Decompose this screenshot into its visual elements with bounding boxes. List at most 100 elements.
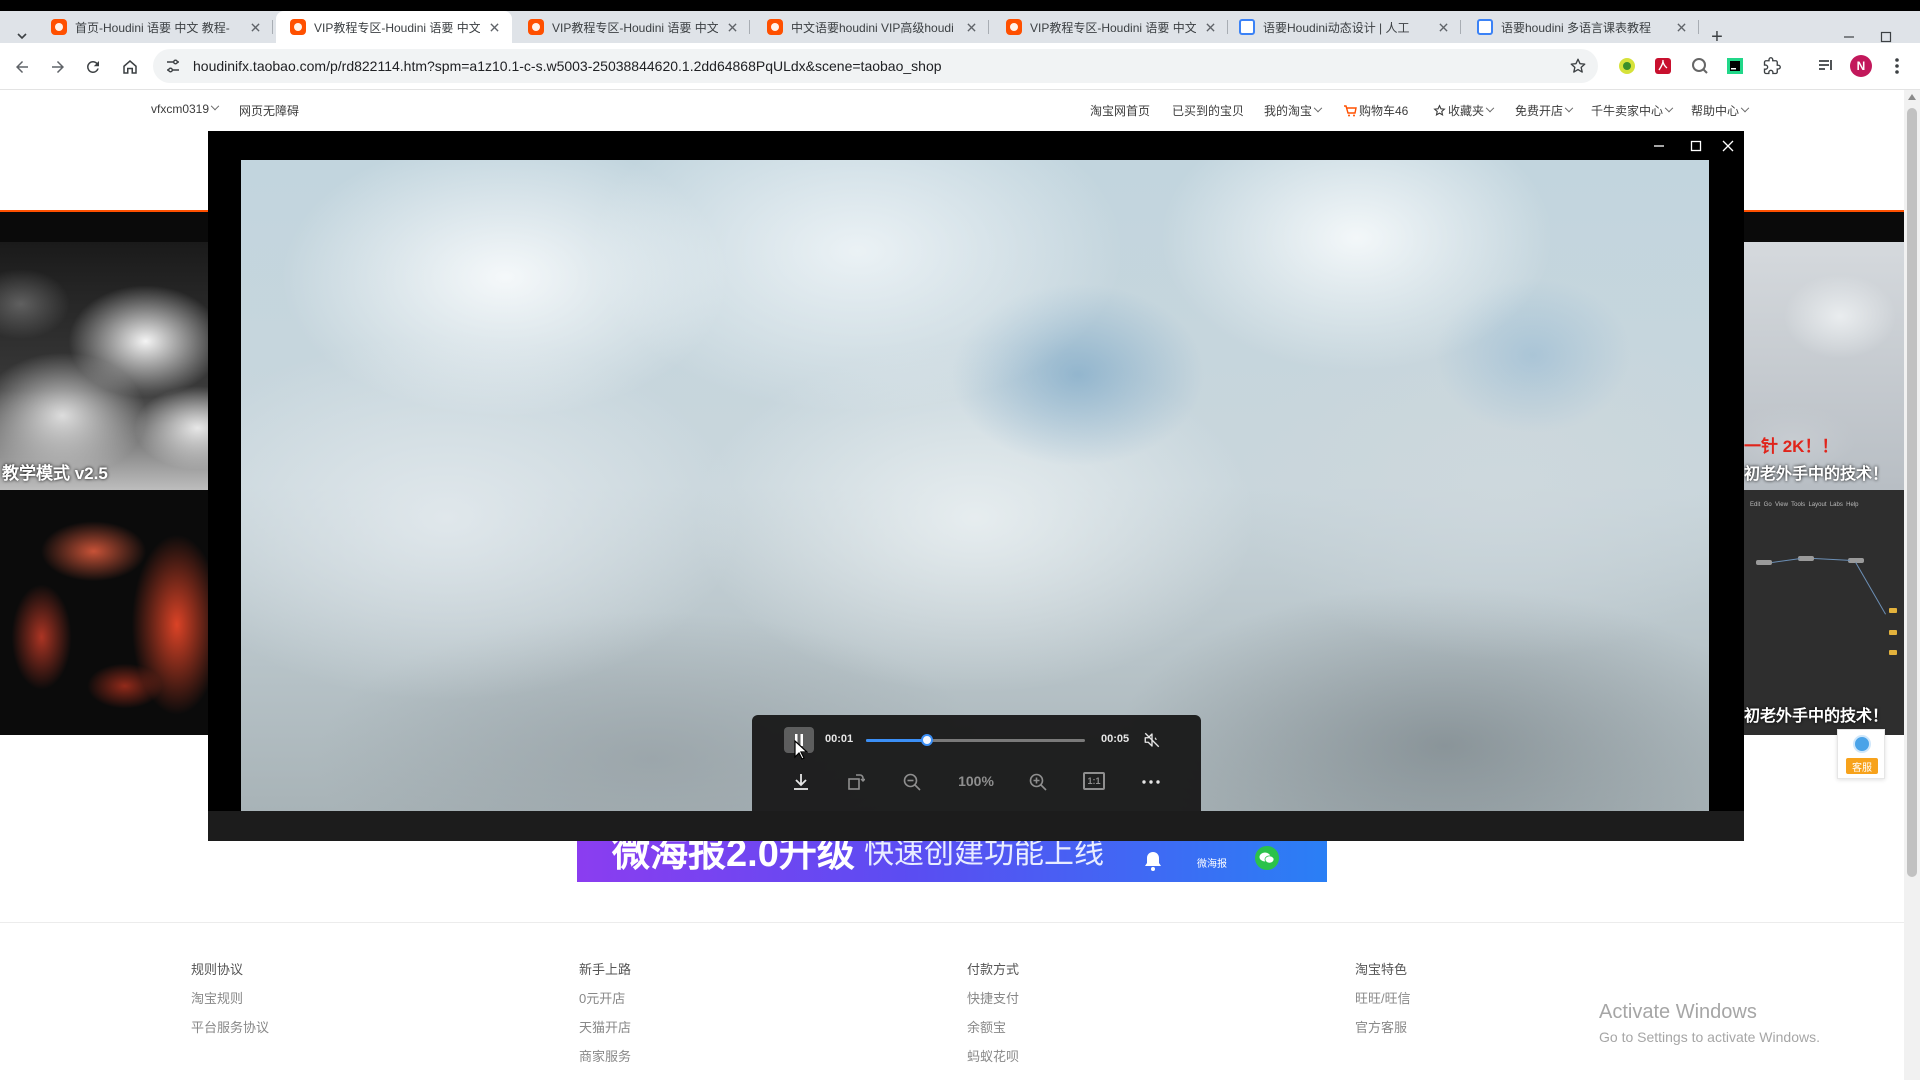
extension-button[interactable] bbox=[1616, 55, 1638, 77]
viewer-title-bar bbox=[208, 131, 1744, 160]
close-tab-icon[interactable] bbox=[1435, 19, 1451, 35]
open-shop-menu[interactable]: 免费开店 bbox=[1515, 102, 1574, 119]
footer-link[interactable]: 天猫开店 bbox=[579, 1017, 631, 1046]
cloud-video-frame[interactable] bbox=[241, 160, 1709, 811]
scroll-up-arrow-icon[interactable] bbox=[1908, 94, 1916, 100]
minimize-icon bbox=[1654, 145, 1664, 147]
browser-menu-button[interactable] bbox=[1886, 55, 1908, 77]
rotate-button[interactable] bbox=[844, 770, 868, 794]
tab-title: 语要Houdini动态设计 | 人工 bbox=[1263, 20, 1410, 35]
footer-link[interactable]: 旺旺/旺信 bbox=[1355, 988, 1411, 1017]
footer-link[interactable]: 快捷支付 bbox=[967, 988, 1019, 1017]
taobao-icon bbox=[51, 19, 67, 35]
extension-button[interactable] bbox=[1689, 55, 1711, 77]
browser-tab-active[interactable]: VIP教程专区-Houdini 语要 中文 bbox=[276, 11, 512, 43]
more-options-button[interactable] bbox=[1139, 770, 1163, 794]
progress-thumb[interactable] bbox=[921, 734, 934, 746]
product-image-left[interactable]: 教学模式 v2.5 bbox=[0, 242, 208, 735]
viewer-minimize-button[interactable] bbox=[1648, 136, 1670, 156]
star-icon bbox=[1433, 104, 1446, 116]
scrollbar-thumb[interactable] bbox=[1907, 108, 1917, 877]
close-tab-icon[interactable] bbox=[486, 19, 502, 35]
zoom-out-button[interactable] bbox=[900, 770, 924, 794]
activate-windows-subtitle: Go to Settings to activate Windows. bbox=[1599, 1029, 1820, 1045]
footer-link[interactable]: 0元开店 bbox=[579, 988, 631, 1017]
banner-badge: 微海报 bbox=[1197, 859, 1227, 870]
user-menu[interactable]: vfxcm0319 bbox=[151, 101, 220, 116]
favorites-menu[interactable]: 收藏夹 bbox=[1433, 102, 1495, 119]
browser-tab[interactable]: 首页-Houdini 语要 中文 教程- bbox=[37, 11, 273, 43]
forward-button[interactable] bbox=[43, 52, 73, 82]
reload-button[interactable] bbox=[78, 52, 108, 82]
tab-title: 中文语要houdini VIP高级houdi bbox=[791, 20, 954, 35]
back-arrow-icon bbox=[16, 61, 28, 73]
home-button[interactable] bbox=[115, 52, 145, 82]
browser-tab[interactable]: 语要Houdini动态设计 | 人工 bbox=[1225, 11, 1461, 43]
extensions-menu-button[interactable] bbox=[1761, 55, 1783, 77]
viewer-bottom-bar bbox=[208, 811, 1744, 841]
footer-link[interactable]: 余额宝 bbox=[967, 1017, 1019, 1046]
footer-heading: 新手上路 bbox=[579, 962, 632, 977]
footer-link[interactable]: 蚂蚁花呗 bbox=[967, 1046, 1019, 1075]
close-tab-icon[interactable] bbox=[247, 19, 263, 35]
bought-items-link[interactable]: 已买到的宝贝 bbox=[1172, 102, 1244, 119]
accessibility-link[interactable]: 网页无障碍 bbox=[239, 102, 299, 119]
download-icon bbox=[794, 774, 808, 790]
chevron-down-icon bbox=[210, 101, 220, 111]
extension-button[interactable] bbox=[1724, 55, 1746, 77]
product-image-right[interactable]: 一针 2K！！ 初老外手中的技术！ Edit Go View Tools Lay… bbox=[1744, 242, 1904, 735]
download-button[interactable] bbox=[789, 770, 813, 794]
mouse-cursor-icon bbox=[794, 740, 808, 760]
footer-link[interactable]: 淘宝规则 bbox=[191, 988, 269, 1017]
graph-wire bbox=[1855, 562, 1886, 615]
seller-center-menu[interactable]: 千牛卖家中心 bbox=[1591, 102, 1674, 119]
footer-heading: 付款方式 bbox=[967, 962, 1020, 977]
profile-avatar[interactable]: N bbox=[1850, 55, 1872, 77]
extension-button[interactable] bbox=[1652, 55, 1674, 77]
bookmark-button[interactable] bbox=[1566, 54, 1590, 78]
tab-title: 语要houdini 多语言课表教程 bbox=[1501, 20, 1652, 35]
progress-slider[interactable] bbox=[866, 734, 1085, 746]
zoom-in-button[interactable] bbox=[1026, 770, 1050, 794]
chevron-down-icon bbox=[1664, 103, 1674, 112]
vertical-dots-icon bbox=[1895, 58, 1899, 74]
graph-node bbox=[1889, 608, 1897, 613]
my-taobao-menu[interactable]: 我的淘宝 bbox=[1264, 102, 1323, 119]
close-tab-icon[interactable] bbox=[1202, 19, 1218, 35]
browser-tab[interactable]: VIP教程专区-Houdini 语要 中文 bbox=[992, 11, 1228, 43]
chevron-down-icon bbox=[1485, 103, 1495, 112]
graph-node bbox=[1889, 650, 1897, 655]
footer-heading: 规则协议 bbox=[191, 962, 244, 977]
viewer-close-button[interactable] bbox=[1717, 136, 1739, 156]
search-extension-icon bbox=[1692, 58, 1708, 74]
address-bar[interactable]: houdinifx.taobao.com/p/rd822114.htm?spm=… bbox=[153, 49, 1598, 83]
close-tab-icon[interactable] bbox=[1673, 19, 1689, 35]
actual-size-button[interactable]: 1:1 bbox=[1083, 772, 1105, 790]
close-tab-icon[interactable] bbox=[724, 19, 740, 35]
puzzle-icon bbox=[1763, 57, 1781, 75]
mute-button[interactable] bbox=[1140, 728, 1164, 752]
thumbnail-caption: 教学模式 v2.5 bbox=[2, 464, 108, 483]
chat-bubble-icon bbox=[1853, 735, 1871, 753]
seller-center-label: 千牛卖家中心 bbox=[1591, 104, 1664, 118]
footer-column-rules: 规则协议 淘宝规则 平台服务协议 bbox=[191, 959, 269, 1046]
graph-wire bbox=[1813, 558, 1850, 561]
document-icon bbox=[1477, 19, 1493, 35]
footer-link[interactable]: 平台服务协议 bbox=[191, 1017, 269, 1046]
help-center-menu[interactable]: 帮助中心 bbox=[1691, 102, 1750, 119]
viewer-maximize-button[interactable] bbox=[1685, 136, 1707, 156]
chevron-down-icon bbox=[1740, 103, 1750, 112]
reading-list-button[interactable] bbox=[1815, 55, 1837, 77]
browser-tab[interactable]: 语要houdini 多语言课表教程 bbox=[1463, 11, 1699, 43]
url-text[interactable]: houdinifx.taobao.com/p/rd822114.htm?spm=… bbox=[193, 58, 942, 74]
footer-link[interactable]: 官方客服 bbox=[1355, 1017, 1411, 1046]
close-tab-icon[interactable] bbox=[963, 19, 979, 35]
footer-link[interactable]: 商家服务 bbox=[579, 1046, 631, 1075]
browser-tab[interactable]: VIP教程专区-Houdini 语要 中文 bbox=[514, 11, 750, 43]
site-info-button[interactable] bbox=[161, 54, 185, 78]
customer-service-button[interactable]: 客服 bbox=[1837, 729, 1885, 779]
browser-tab[interactable]: 中文语要houdini VIP高级houdi bbox=[753, 11, 989, 43]
taobao-home-link[interactable]: 淘宝网首页 bbox=[1090, 102, 1150, 119]
back-button[interactable] bbox=[7, 52, 37, 82]
cart-link[interactable]: 购物车46 bbox=[1343, 102, 1408, 119]
